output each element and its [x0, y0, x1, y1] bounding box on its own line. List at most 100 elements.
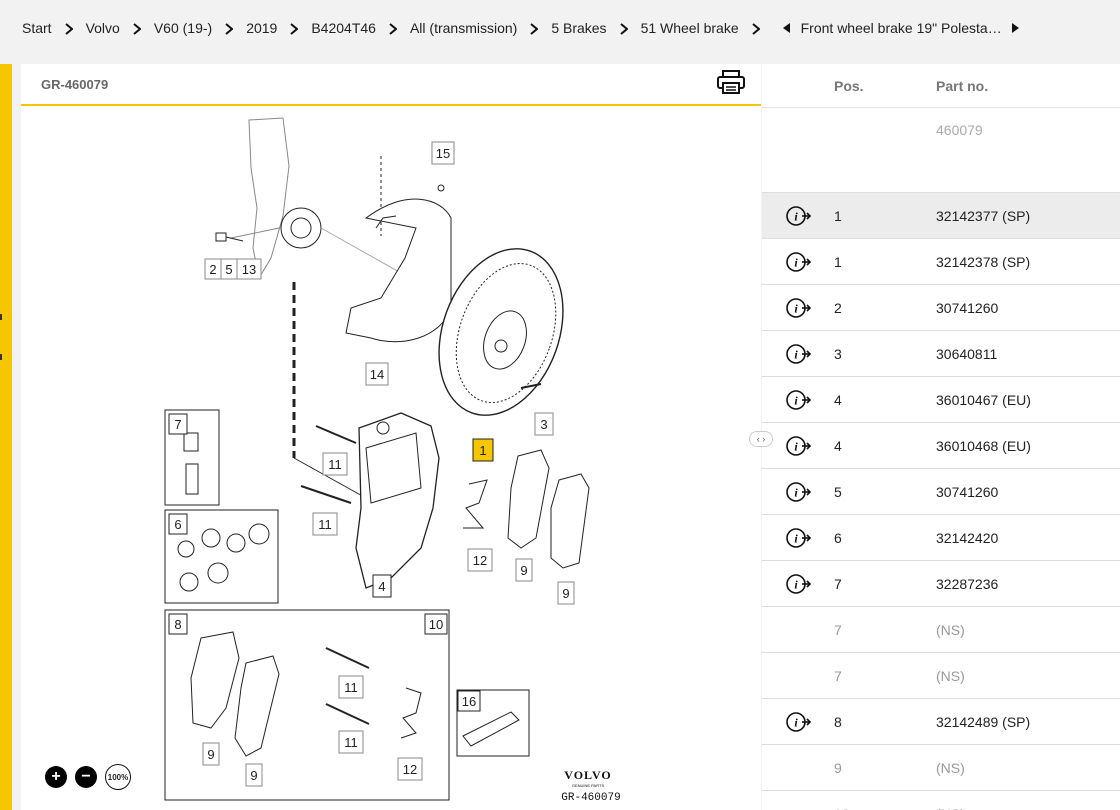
row-part-number: 32142489 (SP): [936, 713, 1031, 730]
breadcrumb-model[interactable]: V60 (19-): [154, 20, 212, 36]
row-part-number: 32142377 (SP): [936, 207, 1031, 224]
left-accent-bar: [0, 64, 12, 810]
callout-7: 7: [174, 417, 181, 432]
row-part-number: (NS): [936, 806, 1120, 810]
callout-9c: 9: [207, 747, 214, 762]
diagram-code: GR-460079: [561, 792, 620, 804]
breadcrumb-start[interactable]: Start: [22, 20, 52, 36]
info-link-icon[interactable]: i: [786, 297, 812, 319]
callout-9b: 9: [562, 586, 569, 601]
breadcrumb-year[interactable]: 2019: [246, 20, 277, 36]
row-part-number: (NS): [936, 667, 965, 684]
header-pos: Pos.: [834, 77, 864, 94]
row-part-number: 32142420: [936, 529, 999, 546]
parts-table-header: Pos. Part no.: [762, 64, 1120, 108]
info-link-icon[interactable]: i: [786, 251, 812, 273]
row-pos: 4: [834, 391, 842, 408]
table-row[interactable]: i 6 32142420: [762, 515, 1120, 561]
table-row[interactable]: i 2 30741260: [762, 285, 1120, 331]
svg-text:i: i: [794, 715, 798, 729]
table-row[interactable]: i 3 30640811: [762, 331, 1120, 377]
table-row[interactable]: 7 (NS): [762, 607, 1120, 653]
callout-12b: 12: [403, 762, 417, 777]
panel-title: GR-460079: [41, 76, 109, 92]
callout-9: 9: [520, 563, 527, 578]
row-part-number: 32142378 (SP): [936, 253, 1031, 270]
exploded-parts-diagram[interactable]: 15 2 5 13 14 3 1 7 11 11 6 4 12 9 9 8 10…: [21, 108, 761, 810]
svg-text:i: i: [794, 439, 798, 453]
group-ref: 460079: [936, 122, 983, 138]
row-pos: 2: [834, 299, 842, 316]
previous-triangle-icon[interactable]: [782, 20, 791, 36]
row-part-number: 30741260: [936, 483, 999, 500]
row-part-number: (NS): [936, 621, 965, 638]
callout-14: 14: [370, 367, 384, 382]
breadcrumb-transmission[interactable]: All (transmission): [410, 20, 517, 36]
breadcrumb-brakes[interactable]: 5 Brakes: [551, 20, 606, 36]
table-row[interactable]: i 8 32142489 (SP): [762, 699, 1120, 745]
breadcrumb: Start Volvo V60 (19-) 2019 B4204T46 All …: [0, 0, 1120, 56]
table-row[interactable]: i 1 32142377 (SP): [762, 193, 1120, 239]
callout-2: 2: [209, 262, 216, 277]
row-pos: 1: [834, 207, 842, 224]
table-row[interactable]: i 4 36010467 (EU): [762, 377, 1120, 423]
printer-icon[interactable]: [717, 69, 745, 99]
group-ref-row: 460079: [762, 108, 1120, 193]
info-link-icon[interactable]: i: [786, 573, 812, 595]
panel-resize-handle[interactable]: ‹ ›: [749, 431, 773, 447]
table-row[interactable]: 7 (NS): [762, 653, 1120, 699]
row-part-number: 32287236: [936, 575, 999, 592]
callout-4: 4: [378, 579, 385, 594]
zoom-out-button[interactable]: −: [75, 766, 97, 788]
chevron-right-icon: [739, 21, 773, 35]
svg-text:i: i: [794, 531, 798, 545]
breadcrumb-engine[interactable]: B4204T46: [311, 20, 376, 36]
table-row[interactable]: i 7 32287236: [762, 561, 1120, 607]
breadcrumb-volvo[interactable]: Volvo: [86, 20, 120, 36]
svg-text:i: i: [794, 347, 798, 361]
zoom-reset-button[interactable]: 100%: [105, 764, 131, 790]
zoom-toolbar: + − 100%: [45, 764, 131, 790]
info-link-icon[interactable]: i: [786, 435, 812, 457]
callout-11: 11: [328, 457, 342, 472]
info-link-icon[interactable]: i: [786, 389, 812, 411]
zoom-in-button[interactable]: +: [45, 766, 67, 788]
callout-12: 12: [473, 553, 487, 568]
info-link-icon[interactable]: i: [786, 205, 812, 227]
table-row[interactable]: i 4 36010468 (EU): [762, 423, 1120, 469]
table-row[interactable]: i 5 30741260: [762, 469, 1120, 515]
svg-text:i: i: [794, 393, 798, 407]
row-part-number: 30741260: [936, 299, 999, 316]
callout-13: 13: [242, 262, 256, 277]
info-link-icon[interactable]: i: [786, 711, 812, 733]
info-link-icon[interactable]: i: [786, 343, 812, 365]
callout-11c: 11: [344, 680, 358, 695]
chevron-right-icon: [607, 21, 641, 35]
row-pos: 1: [834, 253, 842, 270]
svg-text:i: i: [794, 209, 798, 223]
table-row[interactable]: i 1 32142378 (SP): [762, 239, 1120, 285]
svg-text:i: i: [794, 301, 798, 315]
table-row[interactable]: 10 (NS): [762, 791, 1120, 810]
callout-15: 15: [436, 146, 450, 161]
header-part-no: Part no.: [936, 77, 989, 94]
parts-table: Pos. Part no. 460079 i 1 32142377 (SP) i 1 32…: [762, 64, 1120, 810]
info-link-icon[interactable]: i: [786, 527, 812, 549]
breadcrumb-wheel-brake[interactable]: 51 Wheel brake: [641, 20, 739, 36]
svg-text:i: i: [794, 255, 798, 269]
volvo-brand: VOLVO: [564, 768, 611, 782]
callout-1-selected: 1: [479, 443, 486, 458]
row-pos: 7: [834, 621, 842, 638]
callout-3: 3: [540, 417, 547, 432]
next-triangle-icon[interactable]: [1011, 20, 1020, 36]
svg-text:i: i: [794, 577, 798, 591]
info-link-icon[interactable]: i: [786, 481, 812, 503]
row-pos: 9: [834, 759, 842, 776]
drawing-panel: GR-460079 15 2 5 13 14 3 1 7 11 11 6 4 1…: [21, 64, 761, 810]
row-pos: 10: [834, 806, 936, 810]
row-pos: 6: [834, 529, 842, 546]
row-pos: 8: [834, 713, 842, 730]
table-row[interactable]: 9 (NS): [762, 745, 1120, 791]
callout-16: 16: [462, 694, 476, 709]
callout-11b: 11: [318, 517, 332, 532]
